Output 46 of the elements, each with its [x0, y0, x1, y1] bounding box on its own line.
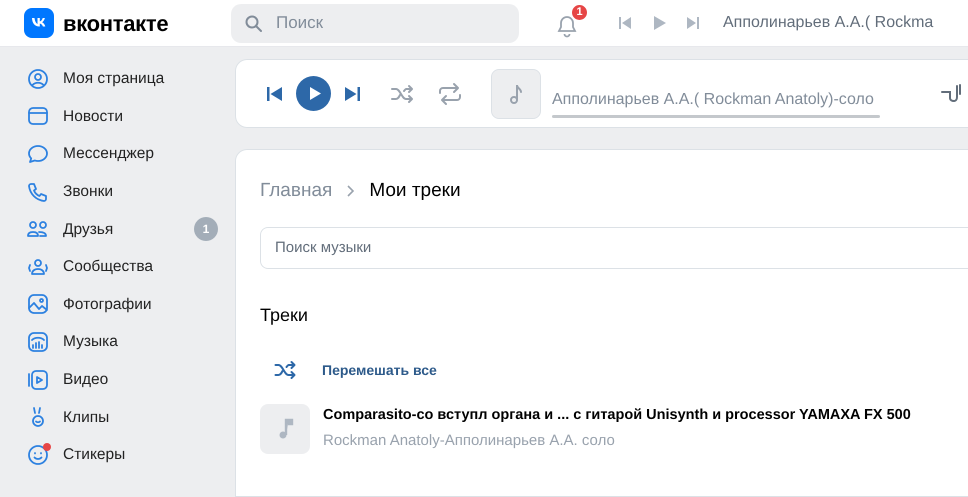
- notification-badge: 1: [570, 3, 589, 22]
- sidebar-item[interactable]: Сообщества: [26, 248, 218, 286]
- sidebar-item[interactable]: Мессенджер: [26, 135, 218, 173]
- next-icon: [345, 86, 361, 102]
- music-icon: [26, 330, 50, 354]
- breadcrumb-current[interactable]: Мои треки: [369, 177, 461, 206]
- sidebar-item[interactable]: Стикеры: [26, 436, 218, 474]
- video-icon: [26, 368, 50, 392]
- sidebar-item[interactable]: Новости: [26, 98, 218, 136]
- photo-icon: [26, 292, 50, 316]
- previous-icon: [617, 15, 633, 31]
- count-badge: 1: [194, 217, 218, 242]
- shuffle-all-button[interactable]: Перемешать все: [272, 360, 437, 380]
- play-icon: [308, 86, 322, 101]
- track-title: Апполинарьев А.А.( Rockman Anatoly)-соло: [552, 90, 875, 110]
- section-title: Треки: [260, 304, 309, 327]
- next-button[interactable]: [345, 86, 361, 102]
- user-icon: [26, 66, 50, 91]
- stickers-icon: [26, 442, 50, 467]
- track-title[interactable]: Comparasito-со вступл органа и ... с гитарой Unisynth и processor YAMAXA FX 500: [323, 404, 911, 427]
- notifications-button[interactable]: 1: [549, 3, 589, 43]
- previous-icon: [266, 86, 282, 102]
- bell-icon: [555, 14, 579, 38]
- search-icon: [245, 14, 262, 32]
- repeat-icon: [437, 82, 463, 106]
- sidebar-item[interactable]: Моя страница: [26, 60, 218, 98]
- sidebar-item[interactable]: Фотографии: [26, 286, 218, 324]
- logo-text: вконтакте: [63, 10, 168, 38]
- repeat-button[interactable]: [437, 82, 463, 106]
- shuffle-button[interactable]: [389, 82, 415, 104]
- now-playing-title[interactable]: Апполинарьев А.А.( Rockma: [723, 11, 934, 35]
- sidebar-item[interactable]: Видео: [26, 360, 218, 398]
- play-icon: [651, 15, 667, 31]
- sidebar-item[interactable]: Звонки: [26, 172, 218, 210]
- shuffle-icon: [389, 82, 415, 104]
- shuffle-icon: [272, 360, 298, 380]
- search-field[interactable]: Поиск: [231, 4, 519, 42]
- play-button[interactable]: [296, 76, 331, 111]
- music-search-field[interactable]: Поиск музыки: [260, 226, 968, 268]
- sidebar-item[interactable]: Музыка: [26, 323, 218, 361]
- chevron-icon: [346, 184, 356, 198]
- logo-icon: [24, 8, 54, 38]
- sidebar-item[interactable]: Клипы: [26, 398, 218, 436]
- next-icon: [685, 15, 701, 31]
- previous-button[interactable]: [266, 86, 282, 102]
- sidebar-item[interactable]: Друзья 1: [26, 210, 218, 248]
